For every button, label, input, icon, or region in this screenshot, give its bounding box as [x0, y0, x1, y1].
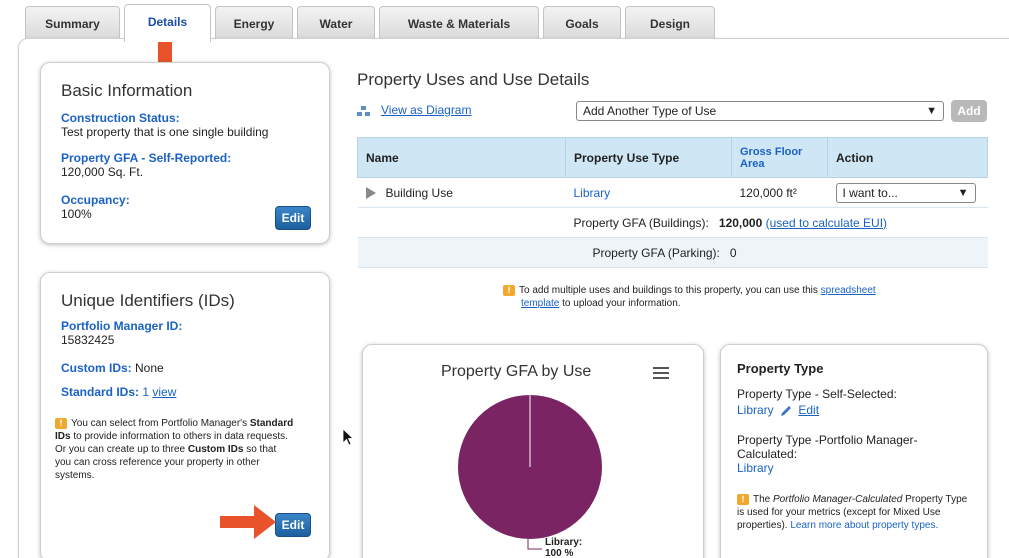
property-uses-title: Property Uses and Use Details — [357, 70, 590, 89]
expand-row-icon[interactable] — [365, 187, 376, 200]
custom-ids-row: Custom IDs: None — [61, 361, 164, 375]
tab-details[interactable]: Details — [124, 4, 211, 42]
info-icon: ! — [55, 417, 67, 429]
gfa-buildings-row: Property GFA (Buildings): 120,000 (used … — [357, 207, 988, 238]
col-action: Action — [827, 137, 988, 178]
gfa-buildings-label: Property GFA (Buildings): — [573, 215, 709, 230]
col-property-use-type: Property Use Type — [565, 137, 732, 178]
pie-slice-label: Library: 100 % — [545, 537, 583, 558]
pie-chart — [458, 395, 602, 550]
tab-waste-materials[interactable]: Waste & Materials — [379, 6, 539, 40]
chevron-down-icon: ▼ — [926, 105, 937, 117]
standard-ids-label: Standard IDs: — [61, 385, 140, 399]
action-select[interactable]: I want to... ▼ — [835, 182, 976, 203]
custom-ids-label: Custom IDs: — [61, 361, 132, 375]
pie-leader-line — [527, 539, 542, 550]
chevron-down-icon: ▼ — [957, 186, 969, 199]
gfa-self-reported-label: Property GFA - Self-Reported: — [61, 151, 232, 165]
tab-energy[interactable]: Energy — [215, 6, 293, 40]
tab-summary[interactable]: Summary — [25, 6, 120, 40]
self-selected-value-link[interactable]: Library — [737, 403, 774, 417]
basic-info-title: Basic Information — [61, 81, 193, 100]
gfa-parking-label: Property GFA (Parking): — [592, 245, 720, 260]
tab-design[interactable]: Design — [625, 6, 715, 40]
annotation-arrow-right — [220, 505, 276, 539]
occupancy-label: Occupancy: — [61, 193, 130, 207]
cursor-icon — [342, 428, 354, 446]
edit-property-type-link[interactable]: Edit — [798, 403, 819, 417]
standard-ids-row: Standard IDs: 1 view — [61, 385, 176, 399]
spreadsheet-link[interactable]: spreadsheet — [821, 285, 876, 296]
gfa-by-use-chart-panel: Property GFA by Use Library: 100 % — [362, 344, 704, 558]
unique-ids-panel: Unique Identifiers (IDs) Portfolio Manag… — [40, 272, 330, 558]
custom-ids-value: None — [135, 361, 164, 375]
spreadsheet-tip: ! To add multiple uses and buildings to t… — [503, 284, 973, 310]
standard-ids-view-link[interactable]: view — [152, 385, 176, 399]
use-type-link[interactable]: Library — [574, 186, 611, 200]
used-to-calculate-eui-link[interactable]: (used to calculate EUI) — [766, 216, 887, 230]
unique-ids-edit-button[interactable]: Edit — [275, 513, 311, 537]
pencil-icon[interactable] — [779, 404, 793, 418]
gfa-parking-value: 0 — [729, 245, 737, 260]
table-row: Building Use Library 120,000 ft² I want … — [357, 177, 988, 208]
view-as-diagram-link[interactable]: View as Diagram — [381, 103, 471, 117]
pm-id-value: 15832425 — [61, 333, 115, 347]
construction-status-value: Test property that is one single buildin… — [61, 125, 269, 139]
unique-ids-title: Unique Identifiers (IDs) — [61, 291, 235, 310]
standard-ids-count: 1 — [142, 385, 150, 399]
learn-more-link[interactable]: Learn more about property types. — [790, 520, 938, 531]
construction-status-label: Construction Status: — [61, 111, 180, 125]
ids-help-note: ! You can select from Portfolio Manager's… — [55, 417, 294, 481]
property-type-panel: Property Type Property Type - Self-Selec… — [720, 344, 988, 558]
tab-bar: Summary Details Energy Water Waste & Mat… — [0, 0, 1009, 42]
tab-goals[interactable]: Goals — [543, 6, 621, 40]
col-gross-floor-area[interactable]: Gross Floor Area — [731, 137, 828, 178]
view-as-diagram-row: View as Diagram — [357, 103, 471, 117]
tab-water[interactable]: Water — [297, 6, 375, 40]
use-gfa: 120,000 ft² — [731, 177, 828, 208]
add-use-button[interactable]: Add — [951, 100, 987, 122]
diagram-icon — [357, 105, 371, 116]
table-header-row: Name Property Use Type Gross Floor Area … — [357, 137, 988, 178]
template-link[interactable]: template — [521, 298, 559, 309]
gfa-buildings-value: 120,000 — [718, 215, 763, 230]
col-name: Name — [357, 137, 566, 178]
gfa-self-reported-value: 120,000 Sq. Ft. — [61, 165, 144, 179]
property-uses-table: Name Property Use Type Gross Floor Area … — [357, 137, 988, 268]
basic-info-panel: Basic Information Construction Status: T… — [40, 62, 330, 244]
calculated-label: Property Type -Portfolio Manager-Calcula… — [737, 433, 918, 461]
property-type-title: Property Type — [737, 361, 824, 376]
pm-id-label: Portfolio Manager ID: — [61, 319, 183, 333]
basic-info-edit-button[interactable]: Edit — [275, 206, 311, 230]
add-use-type-select[interactable]: Add Another Type of Use ▼ — [576, 101, 944, 121]
occupancy-value: 100% — [61, 207, 92, 221]
calculated-value-link[interactable]: Library — [737, 461, 774, 475]
use-name: Building Use — [385, 185, 453, 200]
gfa-parking-row: Property GFA (Parking): 0 — [357, 237, 988, 268]
info-icon: ! — [503, 284, 515, 296]
self-selected-label: Property Type - Self-Selected: — [737, 387, 897, 401]
property-type-note: ! The Portfolio Manager-Calculated Proper… — [737, 493, 968, 531]
info-icon: ! — [737, 493, 749, 505]
